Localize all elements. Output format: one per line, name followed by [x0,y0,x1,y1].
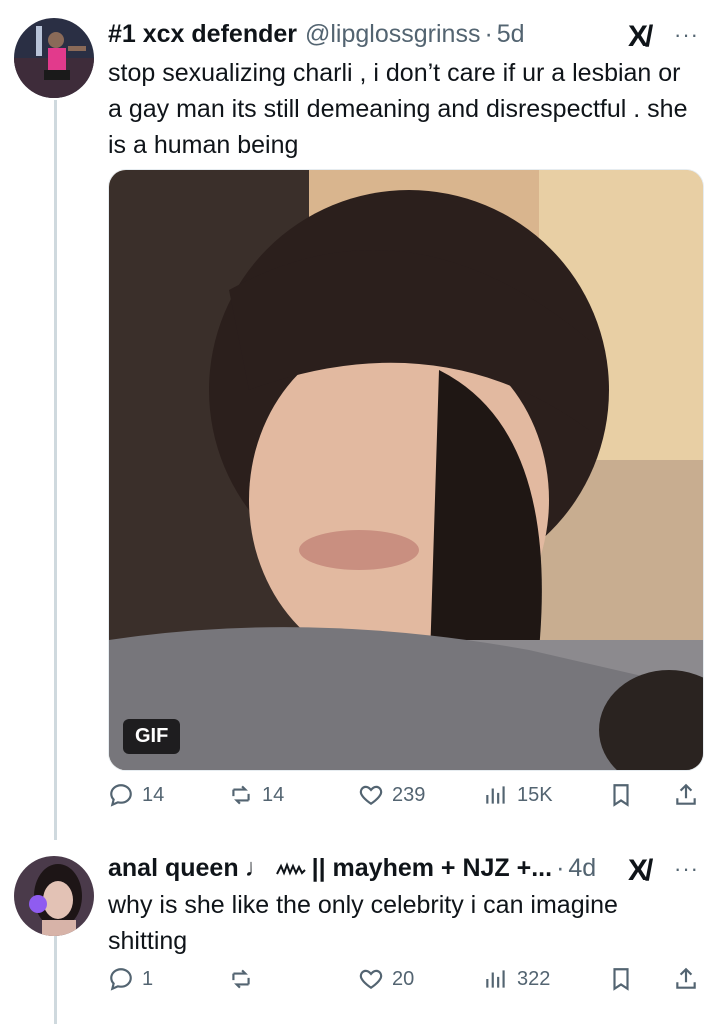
like-count: 20 [392,967,415,990]
bookmark-icon [613,784,629,807]
like-button[interactable]: 20 [358,966,414,992]
share-icon [676,783,696,805]
display-name[interactable]: #1 xcx defender [108,20,297,49]
repost-button[interactable]: 14 [228,782,284,808]
reply-count: 14 [142,783,165,806]
tweet-text: stop sexualizing charli , i don’t care i… [108,59,688,159]
gif-media[interactable]: GIF [108,169,704,771]
user-handle[interactable]: @lipglossgrinss [305,20,480,49]
bookmark-button[interactable] [608,782,634,808]
repost-icon [232,785,250,805]
like-button[interactable]: 239 [358,782,425,808]
tweet-header: anal queen ♩ || mayhem + NJZ +... · 4d [108,854,596,883]
music-note-icon: ♩ [244,854,270,882]
reply-button[interactable]: 1 [108,966,153,992]
tweet-text: why is she like the only celebrity i can… [108,891,618,955]
separator-dot: · [556,854,565,882]
tweet-header: #1 xcx defender @lipglossgrinss · 5d [108,20,525,49]
display-name-suffix[interactable]: || mayhem + NJZ +... [312,854,552,883]
avatar[interactable] [14,856,94,936]
like-count: 239 [392,783,426,806]
tweet-1[interactable]: #1 xcx defender @lipglossgrinss · 5d X/ … [0,0,717,830]
scribble-icon [275,862,306,876]
repost-button[interactable] [228,966,262,992]
timestamp[interactable]: 5d [497,20,525,49]
reply-count: 1 [142,967,154,990]
views-count: 15K [517,783,553,806]
bookmark-button[interactable] [608,966,634,992]
action-bar: 14 14 239 15K [108,782,702,818]
views-icon [486,786,505,804]
more-options-icon[interactable]: ··· [674,22,699,48]
views-button[interactable]: 15K [483,782,553,808]
share-button[interactable] [673,782,699,808]
grok-icon[interactable]: X/ [628,854,653,888]
more-options-icon[interactable]: ··· [674,856,699,882]
share-icon [676,967,696,989]
repost-count: 14 [262,783,285,806]
repost-icon [232,969,250,989]
reply-button[interactable]: 14 [108,782,164,808]
reply-icon [110,784,132,807]
action-bar: 1 20 322 [108,966,702,1002]
timestamp[interactable]: 4d [568,854,596,883]
like-icon [359,785,383,805]
separator-dot: · [484,20,493,48]
views-icon [486,970,505,988]
views-count: 322 [517,967,551,990]
like-icon [359,969,383,989]
bookmark-icon [613,968,629,991]
grok-icon[interactable]: X/ [628,20,653,54]
avatar[interactable] [14,18,94,98]
views-button[interactable]: 322 [483,966,550,992]
reply-icon [110,968,132,991]
display-name[interactable]: anal queen [108,854,239,883]
tweet-2[interactable]: anal queen ♩ || mayhem + NJZ +... · 4d X… [0,840,717,1024]
gif-badge: GIF [123,719,181,754]
share-button[interactable] [673,966,699,992]
